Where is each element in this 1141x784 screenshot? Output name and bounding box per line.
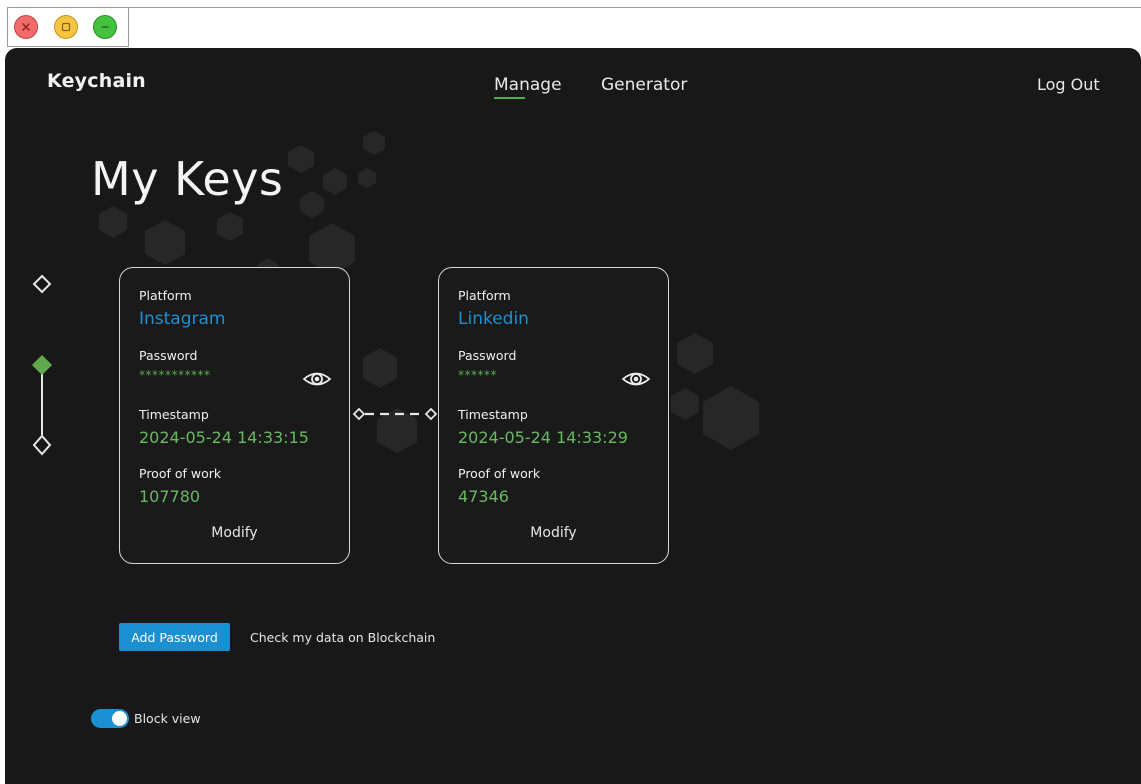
eye-icon[interactable]: [302, 369, 332, 389]
titlebar-border: [129, 7, 1141, 8]
page-title: My Keys: [91, 152, 284, 206]
nav-active-indicator: [494, 97, 525, 99]
modify-button[interactable]: Modify: [120, 525, 349, 541]
key-card: Platform Linkedin Password ****** Timest…: [438, 267, 669, 564]
nav-manage[interactable]: Manage: [494, 75, 562, 95]
diamond-icon[interactable]: [31, 354, 53, 376]
password-value: ******: [458, 368, 497, 382]
key-card: Platform Instagram Password *********** …: [119, 267, 350, 564]
eye-icon[interactable]: [621, 369, 651, 389]
window-controls: [7, 7, 129, 47]
platform-value: Instagram: [139, 309, 226, 329]
timestamp-label: Timestamp: [458, 407, 528, 422]
maximize-icon[interactable]: [54, 15, 78, 39]
logout-link[interactable]: Log Out: [1037, 75, 1100, 94]
close-icon[interactable]: [14, 15, 38, 39]
platform-label: Platform: [139, 288, 192, 303]
diamond-icon[interactable]: [32, 274, 52, 294]
add-password-button[interactable]: Add Password: [119, 623, 230, 651]
timestamp-value: 2024-05-24 14:33:15: [139, 428, 309, 447]
diamond-icon[interactable]: [32, 434, 52, 456]
proof-of-work-value: 47346: [458, 487, 509, 506]
modify-button[interactable]: Modify: [439, 525, 668, 541]
platform-label: Platform: [458, 288, 511, 303]
platform-value: Linkedin: [458, 309, 529, 329]
timestamp-value: 2024-05-24 14:33:29: [458, 428, 628, 447]
proof-of-work-label: Proof of work: [139, 466, 222, 481]
app-window: Keychain Manage Generator Log Out My Key…: [5, 48, 1141, 784]
minimize-icon[interactable]: [93, 15, 117, 39]
chain-link-icon: [352, 407, 438, 421]
timeline: [31, 274, 53, 456]
password-label: Password: [139, 348, 198, 363]
nav-generator[interactable]: Generator: [601, 75, 687, 95]
proof-of-work-label: Proof of work: [458, 466, 541, 481]
timestamp-label: Timestamp: [139, 407, 209, 422]
proof-of-work-value: 107780: [139, 487, 201, 506]
block-view-toggle[interactable]: [91, 709, 129, 728]
block-view-label: Block view: [134, 711, 201, 726]
toggle-knob: [112, 711, 127, 726]
check-blockchain-link[interactable]: Check my data on Blockchain: [250, 630, 435, 645]
password-value: ***********: [139, 368, 211, 382]
brand-logo: Keychain: [47, 70, 146, 92]
password-label: Password: [458, 348, 517, 363]
